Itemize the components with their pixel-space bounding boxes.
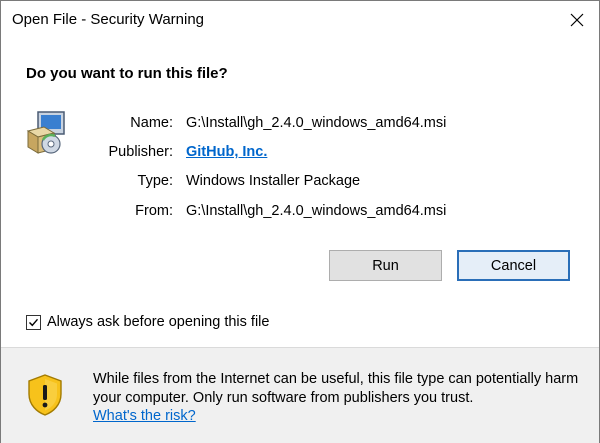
name-label-cell: Name: — [1, 115, 173, 133]
warning-text: While files from the Internet can be use… — [93, 371, 579, 406]
type-label-cell: Type: — [1, 173, 173, 191]
close-icon — [570, 13, 583, 27]
from-label: From: — [135, 203, 173, 219]
security-shield-icon — [28, 374, 62, 416]
title-bar: Open File - Security Warning — [1, 1, 599, 39]
checkmark-icon — [29, 318, 39, 326]
name-value: G:\Install\gh_2.4.0_windows_amd64.msi — [186, 115, 447, 131]
from-value: G:\Install\gh_2.4.0_windows_amd64.msi — [186, 203, 447, 219]
publisher-link[interactable]: GitHub, Inc. — [186, 144, 267, 160]
always-ask-checkbox-row[interactable]: Always ask before opening this file — [26, 313, 269, 331]
publisher-label: Publisher: — [108, 144, 173, 160]
close-button[interactable] — [554, 1, 599, 39]
name-label: Name: — [130, 115, 173, 131]
always-ask-label: Always ask before opening this file — [47, 314, 270, 330]
security-warning-dialog: Open File - Security Warning Do you want… — [0, 0, 600, 443]
type-label: Type: — [137, 173, 173, 189]
window-title: Open File - Security Warning — [12, 11, 205, 28]
publisher-label-cell: Publisher: — [1, 144, 173, 162]
always-ask-checkbox[interactable] — [26, 314, 41, 330]
from-label-cell: From: — [1, 203, 173, 221]
whats-the-risk-link[interactable]: What's the risk? — [93, 408, 196, 424]
cancel-button[interactable]: Cancel — [457, 250, 570, 281]
type-value: Windows Installer Package — [186, 173, 361, 189]
dialog-question: Do you want to run this file? — [26, 65, 228, 82]
run-button[interactable]: Run — [329, 250, 442, 281]
